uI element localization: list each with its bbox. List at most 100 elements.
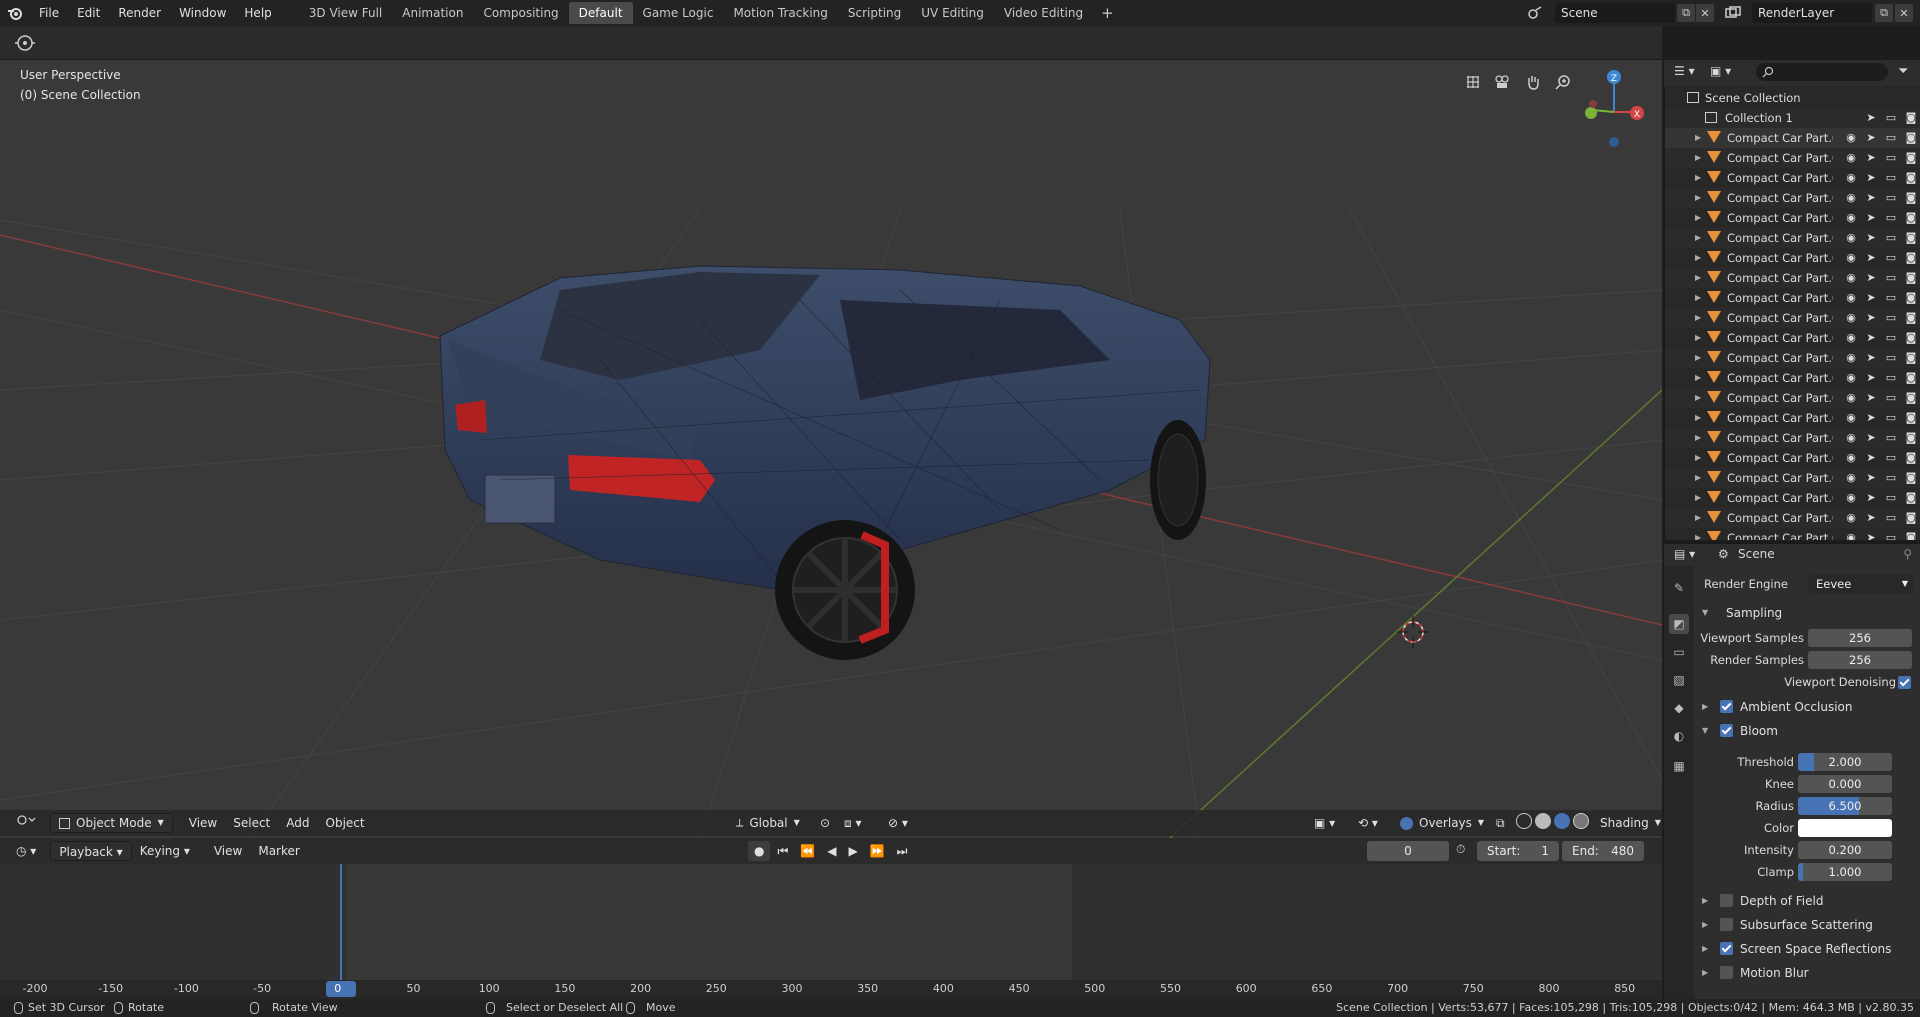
- selectable-arrow-icon[interactable]: ➤: [1863, 530, 1879, 540]
- render-camera-icon[interactable]: ◙: [1903, 470, 1919, 486]
- outliner-item[interactable]: ▶ Compact Car Part.0: ◉ ➤ ▭ ◙: [1665, 368, 1920, 388]
- delete-scene-button[interactable]: ✕: [1696, 4, 1714, 22]
- marker-menu[interactable]: Marker: [250, 841, 307, 861]
- visibility-eye-icon[interactable]: ◉: [1843, 230, 1859, 246]
- selectable-arrow-icon[interactable]: ➤: [1863, 490, 1879, 506]
- play-reverse-icon[interactable]: ◀: [822, 841, 841, 861]
- outliner-item[interactable]: ▶ Compact Car Part.0 ◉ ➤ ▭ ◙: [1665, 268, 1920, 288]
- radius-slider[interactable]: 6.500: [1798, 797, 1892, 815]
- bloom-checkbox[interactable]: [1720, 724, 1733, 737]
- expand-icon[interactable]: ▶: [1695, 368, 1701, 388]
- outliner-item[interactable]: ▶ Compact Car Part.0(◉ ➤ ▭ ◙: [1665, 128, 1920, 148]
- pan-hand-icon[interactable]: [1521, 70, 1545, 94]
- outliner-item[interactable]: ▶ Compact Car Part.0 ◉ ➤ ▭ ◙: [1665, 308, 1920, 328]
- selectable-arrow-icon[interactable]: ➤: [1863, 190, 1879, 206]
- visibility-eye-icon[interactable]: ◉: [1843, 430, 1859, 446]
- selectable-arrow-icon[interactable]: ➤: [1863, 110, 1879, 126]
- object-mode-dropdown[interactable]: Object Mode ▼: [50, 813, 173, 833]
- expand-icon[interactable]: ▶: [1695, 488, 1701, 508]
- render-layer-icon[interactable]: [1724, 4, 1742, 22]
- visibility-eye-icon[interactable]: ◉: [1843, 130, 1859, 146]
- viewport-display-icon[interactable]: ▭: [1883, 290, 1899, 306]
- viewport-display-icon[interactable]: ▭: [1883, 170, 1899, 186]
- expand-icon[interactable]: ▶: [1695, 528, 1701, 540]
- gizmo-toggle-icon[interactable]: ⟲ ▾: [1350, 813, 1386, 833]
- viewport-display-icon[interactable]: ▭: [1883, 390, 1899, 406]
- new-layer-button[interactable]: ⧉: [1875, 4, 1893, 22]
- viewport-display-icon[interactable]: ▭: [1883, 510, 1899, 526]
- ambient-occlusion-section[interactable]: ▶ Ambient Occlusion: [1694, 696, 1920, 718]
- selectable-arrow-icon[interactable]: ➤: [1863, 430, 1879, 446]
- visibility-eye-icon[interactable]: ◉: [1843, 310, 1859, 326]
- stopwatch-icon[interactable]: ⏱: [1456, 842, 1465, 857]
- outliner-item[interactable]: ▶ Compact Car Part.0: ◉ ➤ ▭ ◙: [1665, 408, 1920, 428]
- viewport-display-icon[interactable]: ▭: [1883, 270, 1899, 286]
- expand-icon[interactable]: ▶: [1695, 188, 1701, 208]
- expand-icon[interactable]: ▶: [1695, 508, 1701, 528]
- viewport-display-icon[interactable]: ▭: [1883, 370, 1899, 386]
- render-tab-icon[interactable]: ◩: [1669, 614, 1689, 634]
- depth-of-field-checkbox[interactable]: [1720, 894, 1733, 907]
- visibility-eye-icon[interactable]: ◉: [1843, 350, 1859, 366]
- selectable-arrow-icon[interactable]: ➤: [1863, 170, 1879, 186]
- prev-keyframe-icon[interactable]: ⏪: [795, 841, 820, 861]
- current-frame-field[interactable]: 0: [1367, 841, 1449, 861]
- outliner-root[interactable]: Scene Collection: [1665, 88, 1920, 108]
- jump-end-icon[interactable]: ⏭: [892, 841, 913, 861]
- viewport-denoising-checkbox[interactable]: [1898, 676, 1911, 689]
- expand-icon[interactable]: ▶: [1695, 228, 1701, 248]
- viewport-display-icon[interactable]: ▭: [1883, 330, 1899, 346]
- outliner-item[interactable]: ▶ Compact Car Part.0 ◉ ➤ ▭ ◙: [1665, 348, 1920, 368]
- tab-video-editing[interactable]: Video Editing: [994, 2, 1093, 24]
- visibility-eye-icon[interactable]: ◉: [1843, 190, 1859, 206]
- editor-type-icon[interactable]: [8, 813, 44, 833]
- properties-editor-icon[interactable]: ▤ ▾: [1674, 547, 1695, 561]
- outliner-item[interactable]: ▶ Compact Car Part.0 ◉ ➤ ▭ ◙: [1665, 328, 1920, 348]
- outliner-collection[interactable]: Collection 1 ➤ ▭ ◙: [1665, 108, 1920, 128]
- render-engine-dropdown[interactable]: Eevee ▼: [1808, 575, 1914, 593]
- overlays-dropdown[interactable]: Overlays ▼: [1392, 813, 1492, 833]
- scene-tab-icon[interactable]: ◆: [1669, 698, 1689, 718]
- selectable-arrow-icon[interactable]: ➤: [1863, 510, 1879, 526]
- tab-scripting[interactable]: Scripting: [838, 2, 911, 24]
- clamp-slider[interactable]: 1.000: [1798, 863, 1892, 881]
- tab-motion-tracking[interactable]: Motion Tracking: [723, 2, 837, 24]
- end-frame-field[interactable]: End: 480: [1562, 841, 1644, 861]
- render-camera-icon[interactable]: ◙: [1903, 210, 1919, 226]
- pin-icon[interactable]: ⚲: [1903, 547, 1912, 561]
- tab-animation[interactable]: Animation: [392, 2, 473, 24]
- tab-game-logic[interactable]: Game Logic: [633, 2, 724, 24]
- visibility-eye-icon[interactable]: ◉: [1843, 210, 1859, 226]
- view-menu[interactable]: View: [181, 813, 225, 833]
- viewport-display-icon[interactable]: ▭: [1883, 150, 1899, 166]
- subsurface-checkbox[interactable]: [1720, 918, 1733, 931]
- playback-menu[interactable]: Playback ▾: [50, 841, 132, 861]
- knee-slider[interactable]: 0.000: [1798, 775, 1892, 793]
- zoom-icon[interactable]: [1551, 70, 1575, 94]
- viewport-display-icon[interactable]: ▭: [1883, 470, 1899, 486]
- view-layer-tab-icon[interactable]: ▧: [1669, 670, 1689, 690]
- expand-icon[interactable]: ▶: [1695, 348, 1701, 368]
- outliner-editor-icon[interactable]: ☰ ▾: [1674, 64, 1695, 78]
- motion-blur-section[interactable]: ▶ Motion Blur: [1694, 962, 1920, 984]
- transform-tool-icon[interactable]: [13, 31, 37, 55]
- outliner-item[interactable]: ▶ Compact Car Part.0 ◉ ➤ ▭ ◙: [1665, 208, 1920, 228]
- grid-view-icon[interactable]: [1461, 70, 1485, 94]
- render-camera-icon[interactable]: ◙: [1903, 370, 1919, 386]
- add-menu[interactable]: Add: [278, 813, 317, 833]
- visibility-eye-icon[interactable]: ◉: [1843, 330, 1859, 346]
- 3d-viewport[interactable]: Z X User Perspective (0) Scene Collectio…: [0, 60, 1662, 838]
- outliner-item[interactable]: ▶ Compact Car Part.0(◉ ➤ ▭ ◙: [1665, 148, 1920, 168]
- blender-logo-icon[interactable]: [0, 0, 30, 26]
- scene-icon[interactable]: [1526, 4, 1544, 22]
- viewport-display-icon[interactable]: ▭: [1883, 310, 1899, 326]
- render-samples-field[interactable]: 256: [1808, 651, 1912, 669]
- intensity-slider[interactable]: 0.200: [1798, 841, 1892, 859]
- outliner-item[interactable]: ▶ Compact Car Part.0: ◉ ➤ ▭ ◙: [1665, 388, 1920, 408]
- expand-icon[interactable]: ▶: [1695, 268, 1701, 288]
- menu-window[interactable]: Window: [170, 0, 235, 26]
- viewport-samples-field[interactable]: 256: [1808, 629, 1912, 647]
- ssr-section[interactable]: ▶ Screen Space Reflections: [1694, 938, 1920, 960]
- playhead[interactable]: [340, 864, 342, 989]
- select-menu[interactable]: Select: [225, 813, 278, 833]
